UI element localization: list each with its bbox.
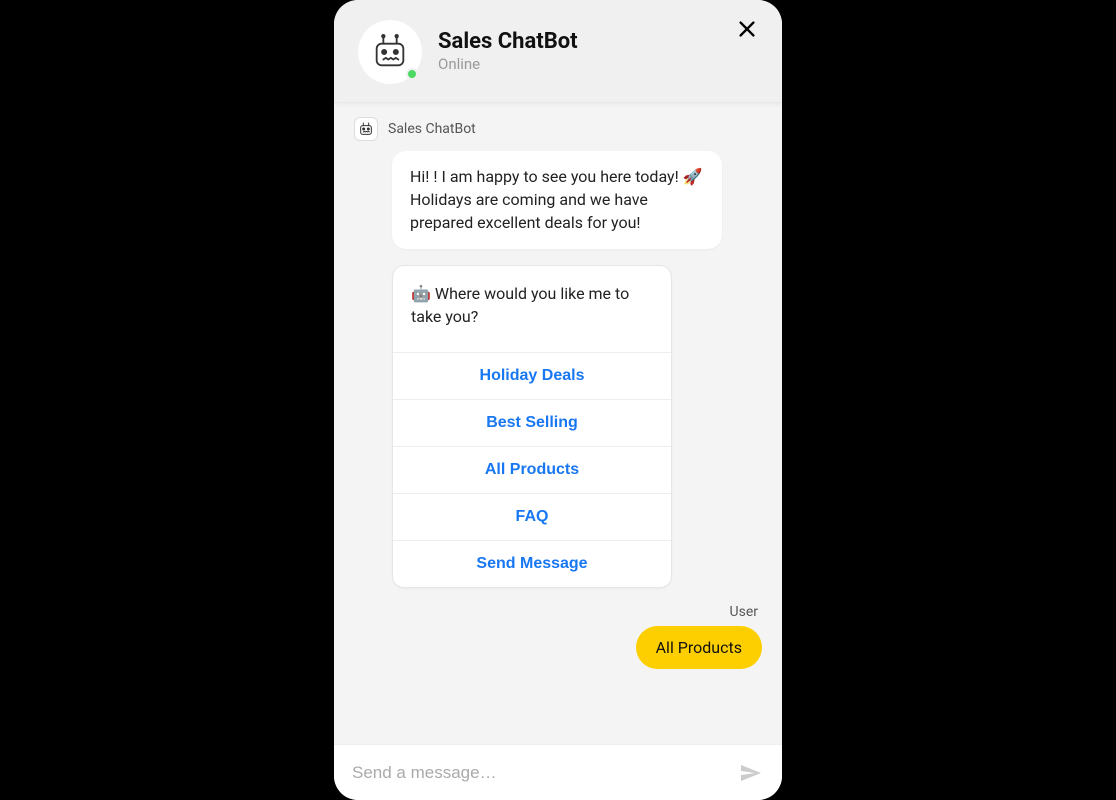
bot-options-card: 🤖 Where would you like me to take you? H… [392, 265, 672, 588]
bot-avatar [358, 20, 422, 84]
close-button[interactable] [736, 18, 760, 42]
chat-status: Online [438, 55, 578, 75]
composer [334, 744, 782, 800]
option-holiday-deals[interactable]: Holiday Deals [393, 353, 671, 400]
chat-window: Sales ChatBot Online Sales Cha [334, 0, 782, 800]
chat-title: Sales ChatBot [438, 29, 578, 55]
bot-sender-row: Sales ChatBot [354, 117, 764, 141]
bot-options-prompt: 🤖 Where would you like me to take you? [393, 266, 671, 353]
messages-area[interactable]: Sales ChatBot Hi! ! I am happy to see yo… [334, 103, 782, 744]
option-best-selling[interactable]: Best Selling [393, 400, 671, 447]
user-message-block: User All Products [352, 604, 764, 669]
user-message: All Products [636, 626, 762, 669]
bot-message-greeting: Hi! ! I am happy to see you here today! … [392, 151, 722, 249]
send-icon [738, 761, 762, 785]
send-button[interactable] [736, 759, 764, 787]
robot-icon [358, 121, 374, 137]
bot-sender-name: Sales ChatBot [388, 121, 476, 137]
header-text: Sales ChatBot Online [438, 29, 578, 75]
robot-icon [370, 32, 410, 72]
close-icon [736, 18, 758, 40]
user-sender-label: User [730, 604, 758, 620]
presence-indicator [406, 68, 418, 80]
option-send-message[interactable]: Send Message [393, 541, 671, 587]
option-faq[interactable]: FAQ [393, 494, 671, 541]
message-input[interactable] [352, 763, 736, 783]
bot-sender-avatar [354, 117, 378, 141]
option-all-products[interactable]: All Products [393, 447, 671, 494]
chat-header: Sales ChatBot Online [334, 0, 782, 103]
